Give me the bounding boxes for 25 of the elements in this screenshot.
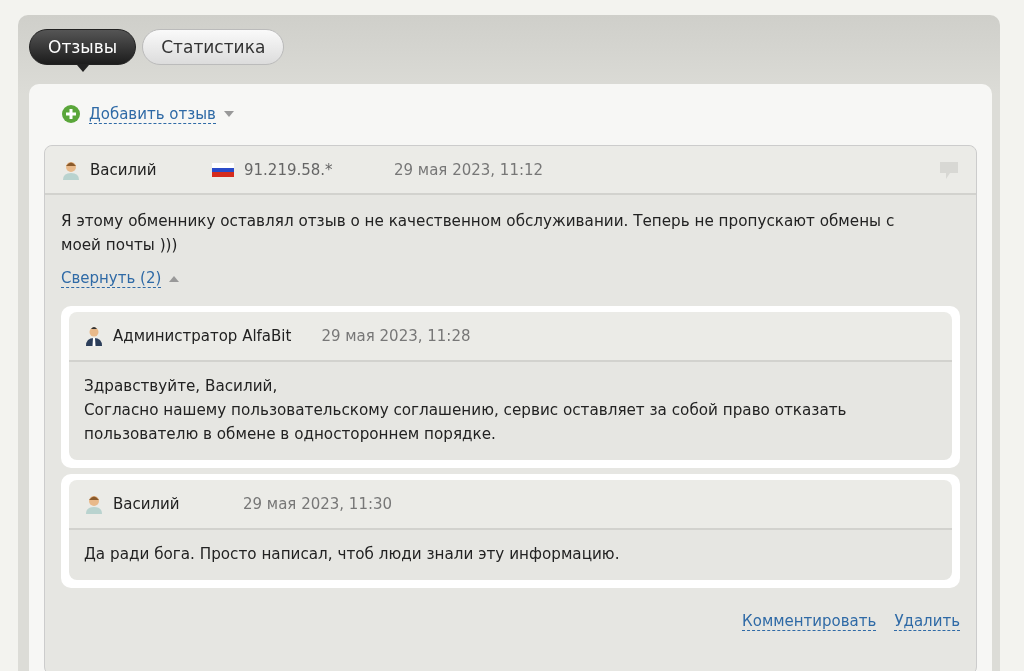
author-name: Василий: [113, 495, 181, 513]
caret-icon: [223, 111, 234, 117]
tab[interactable]: Статистика: [142, 29, 285, 65]
author-name: Администратор AlfaBit: [113, 327, 292, 345]
user-icon: [84, 494, 104, 514]
admin-icon: [84, 326, 104, 346]
action-link[interactable]: Удалить: [894, 612, 960, 631]
reply-date: 29 мая 2023, 11:30: [243, 495, 393, 513]
collapse-link[interactable]: Свернуть (2): [61, 269, 162, 288]
flag-icon: [212, 162, 234, 177]
ip-address: 91.219.58.*: [244, 160, 334, 179]
add-review-link[interactable]: Добавить отзыв: [89, 104, 216, 124]
caret-icon: [169, 275, 180, 282]
user-icon: [61, 159, 81, 180]
reply-text: Здравствуйте, Василий,: [84, 376, 279, 397]
reply-text: Согласно нашему пользовательскому соглашению, сервис оставляет за собой право отказать пользователю в обмене в одностороннем порядке.: [84, 400, 848, 445]
review-text: Я этому обменнику оставлял отзыв о не качественном обслуживании. Теперь не пропускают обмены с моей почты ))): [61, 211, 896, 256]
reply-date: 29 мая 2023, 11:28: [321, 327, 471, 345]
author-name: Василий: [90, 160, 158, 179]
add-icon: [61, 104, 81, 124]
reply-text: Да ради бога. Просто написал, чтоб люди знали эту информацию.: [84, 544, 621, 565]
review-date: 29 мая 2023, 11:12: [394, 160, 544, 179]
tab-pointer-icon: [76, 65, 89, 72]
action-link[interactable]: Комментировать: [742, 612, 877, 631]
tab[interactable]: Отзывы: [29, 29, 137, 65]
